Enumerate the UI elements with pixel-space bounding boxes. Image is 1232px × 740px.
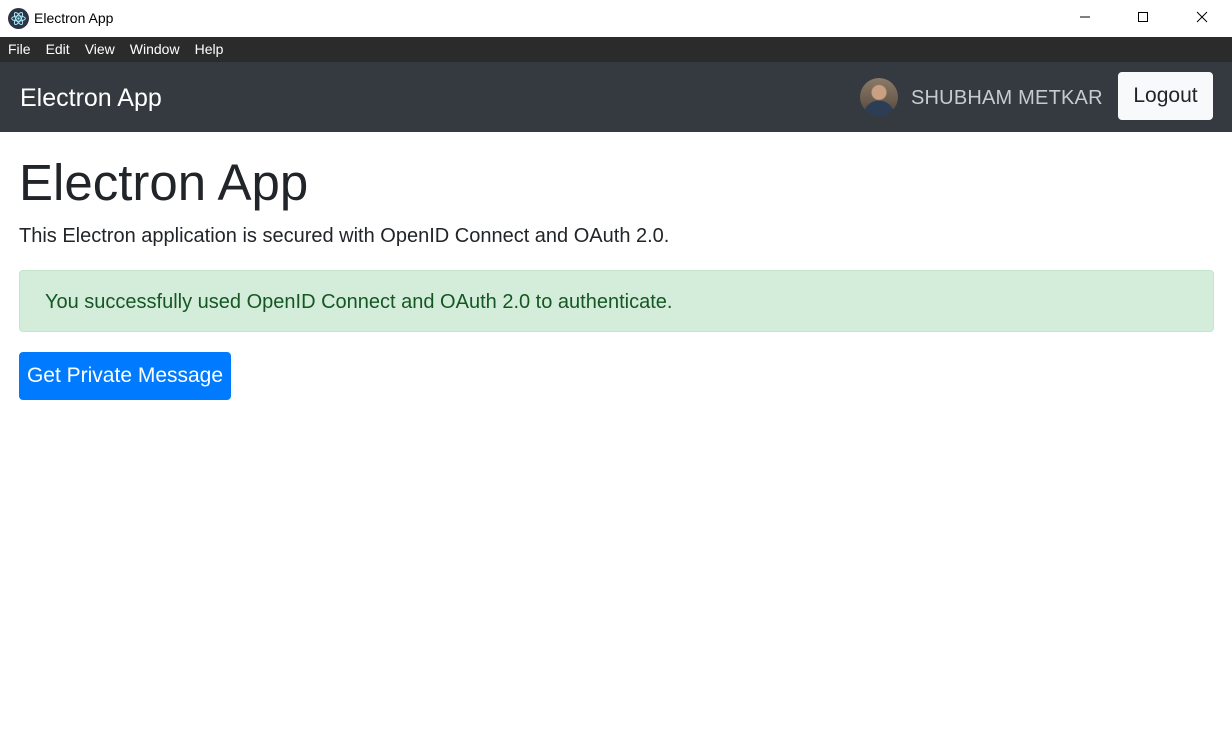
minimize-icon: [1079, 10, 1091, 28]
page-description: This Electron application is secured wit…: [19, 225, 670, 247]
user-name: SHUBHAM METKAR: [911, 87, 1103, 109]
window-title: Electron App: [34, 10, 114, 26]
close-button[interactable]: [1172, 0, 1232, 37]
menu-view[interactable]: View: [77, 37, 122, 62]
menu-file[interactable]: File: [0, 37, 38, 62]
alert-message: You successfully used OpenID Connect and…: [45, 291, 673, 313]
maximize-button[interactable]: [1114, 0, 1172, 37]
electron-icon: [8, 8, 29, 29]
navbar-brand[interactable]: Electron App: [20, 82, 162, 114]
top-navbar: Electron App SHUBHAM METKAR Logout: [0, 62, 1232, 132]
window-titlebar: Electron App: [0, 0, 1232, 37]
menu-bar: File Edit View Window Help: [0, 37, 1232, 62]
user-avatar: [860, 78, 898, 116]
menu-help[interactable]: Help: [187, 37, 231, 62]
close-icon: [1196, 10, 1208, 28]
get-private-message-button[interactable]: Get Private Message: [19, 352, 231, 400]
menu-window[interactable]: Window: [122, 37, 187, 62]
maximize-icon: [1137, 10, 1149, 28]
success-alert: You successfully used OpenID Connect and…: [19, 270, 1214, 332]
logout-button[interactable]: Logout: [1118, 72, 1213, 120]
menu-edit[interactable]: Edit: [38, 37, 77, 62]
page-title: Electron App: [19, 154, 309, 211]
minimize-button[interactable]: [1056, 0, 1114, 37]
